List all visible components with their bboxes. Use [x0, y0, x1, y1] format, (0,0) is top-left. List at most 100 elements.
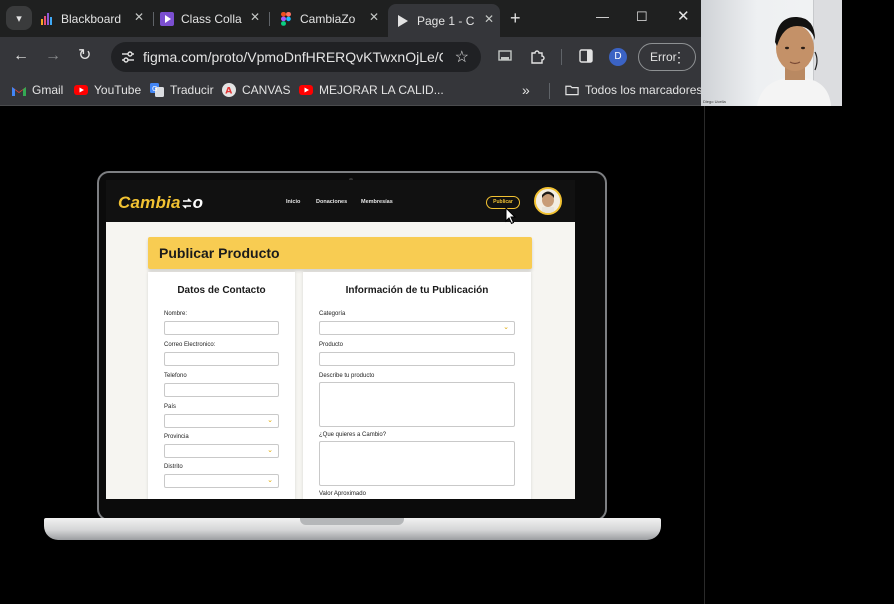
- chevron-down-icon: ⌄: [267, 477, 273, 484]
- bookmark-label: Gmail: [32, 83, 64, 97]
- valor-label: Valor Aproximado: [319, 491, 366, 497]
- close-window-icon[interactable]: ✕: [677, 7, 690, 25]
- provincia-select[interactable]: ⌄: [164, 444, 279, 458]
- contact-card: Datos de Contacto Nombre: Correo Electro…: [148, 272, 295, 499]
- laptop-notch: [300, 518, 404, 525]
- tab-search-button[interactable]: ▾: [6, 6, 32, 30]
- tab-page-1[interactable]: Page 1 - C ✕: [388, 4, 500, 37]
- pais-label: País: [164, 404, 177, 410]
- prototype-screen: Cambia o Inicio Donaciones Membresías Pub…: [106, 180, 575, 499]
- side-panel-icon[interactable]: [578, 48, 594, 64]
- bookmark-gmail[interactable]: Gmail: [12, 83, 63, 97]
- blackboard-icon: [40, 12, 54, 26]
- page-title: Publicar Producto: [159, 245, 280, 261]
- nombre-label: Nombre:: [164, 311, 188, 317]
- tab-label: Blackboard: [61, 11, 122, 26]
- cambiazo-logo[interactable]: Cambia o: [118, 193, 203, 214]
- canvas-icon: A: [222, 83, 236, 97]
- page-title-banner: Publicar Producto: [148, 237, 532, 269]
- provincia-label: Provincia: [164, 434, 189, 440]
- tab-label: Class Colla: [181, 11, 242, 26]
- correo-label: Correo Electronico:: [164, 342, 216, 348]
- chevron-down-icon: ⌄: [503, 324, 509, 331]
- desktop: ▾ Blackboard ✕ Class Colla ✕ CambiaZo ✕ …: [0, 0, 894, 604]
- tab-label: Page 1 - C: [417, 13, 475, 28]
- app-navbar: Cambia o Inicio Donaciones Membresías Pub…: [106, 180, 575, 225]
- publication-card-title: Información de tu Publicación: [345, 285, 489, 296]
- cambio-label: ¿Que quieres a Cambio?: [319, 432, 387, 438]
- participant-person: [757, 16, 831, 106]
- meeting-side-strip: [842, 0, 894, 106]
- youtube-icon: [74, 83, 88, 97]
- mouse-cursor-icon: [505, 207, 517, 225]
- bookmark-canvas[interactable]: A CANVAS: [222, 83, 290, 97]
- chrome-window: ▾ Blackboard ✕ Class Colla ✕ CambiaZo ✕ …: [0, 0, 704, 604]
- close-tab-icon[interactable]: ✕: [369, 10, 379, 24]
- swap-arrows-icon: [181, 194, 192, 214]
- webcam-video: Diego Ucella: [701, 0, 842, 106]
- bookmarks-divider: [549, 83, 550, 99]
- tab-class-collab[interactable]: Class Colla ✕: [160, 6, 266, 31]
- chevron-down-icon: ⌄: [267, 447, 273, 454]
- minimize-icon[interactable]: —: [596, 9, 609, 24]
- play-icon: [396, 14, 410, 28]
- meeting-divider: [704, 106, 705, 604]
- figma-icon: [279, 11, 293, 26]
- more-bookmarks-icon[interactable]: »: [522, 82, 530, 98]
- pais-select[interactable]: ⌄: [164, 414, 279, 428]
- forward-arrow-icon[interactable]: →: [45, 47, 61, 65]
- close-tab-icon[interactable]: ✕: [134, 10, 144, 24]
- tab-blackboard[interactable]: Blackboard ✕: [40, 6, 150, 31]
- more-vert-icon[interactable]: ⋮: [672, 44, 686, 70]
- nav-donaciones[interactable]: Donaciones: [316, 199, 347, 205]
- bookmark-label: CANVAS: [242, 83, 291, 97]
- close-tab-icon[interactable]: ✕: [250, 10, 260, 24]
- folder-icon: [565, 83, 579, 97]
- tab-label: CambiaZo: [300, 11, 356, 26]
- nav-membresias[interactable]: Membresías: [361, 199, 393, 205]
- user-avatar[interactable]: [534, 187, 562, 215]
- maximize-icon[interactable]: ☐: [636, 9, 648, 25]
- youtube-icon: [299, 83, 313, 97]
- address-bar[interactable]: figma.com/proto/VpmoDnfHRERQvKTwxnOjLe/C…: [111, 42, 481, 72]
- publication-card: Información de tu Publicación Categoría …: [303, 272, 531, 499]
- contact-card-title: Datos de Contacto: [177, 285, 266, 296]
- bookmark-mejorar[interactable]: MEJORAR LA CALID...: [299, 83, 444, 97]
- extensions-icon[interactable]: [529, 48, 545, 64]
- distrito-select[interactable]: ⌄: [164, 474, 279, 488]
- profile-avatar[interactable]: D: [609, 48, 627, 66]
- gmail-icon: [12, 83, 26, 97]
- cast-icon[interactable]: [497, 48, 513, 64]
- url-text: figma.com/proto/VpmoDnfHRERQvKTwxnOjLe/C…: [143, 49, 443, 65]
- all-bookmarks-folder[interactable]: Todos los marcadores: [565, 83, 702, 97]
- categoria-select[interactable]: ⌄: [319, 321, 515, 335]
- bookmark-star-icon[interactable]: ☆: [455, 47, 469, 67]
- producto-label: Producto: [319, 342, 344, 348]
- back-arrow-icon[interactable]: ←: [13, 47, 29, 65]
- bookmark-traducir[interactable]: G Traducir: [150, 83, 214, 97]
- svg-text:G: G: [152, 85, 157, 93]
- bookmark-youtube[interactable]: YouTube: [74, 83, 141, 97]
- close-tab-icon[interactable]: ✕: [484, 12, 494, 26]
- cambio-textarea[interactable]: [319, 441, 515, 486]
- svg-text:A: A: [225, 87, 232, 97]
- bookmark-label: Todos los marcadores: [585, 83, 703, 97]
- describe-textarea[interactable]: [319, 382, 515, 427]
- bookmark-label: MEJORAR LA CALID...: [319, 83, 444, 97]
- correo-input[interactable]: [164, 352, 279, 366]
- translate-icon: G: [150, 83, 164, 97]
- reload-icon[interactable]: ↻: [78, 47, 91, 65]
- tab-divider: [269, 12, 270, 26]
- error-button[interactable]: Error ⋮: [638, 43, 696, 71]
- tab-cambiazo[interactable]: CambiaZo ✕: [279, 6, 385, 31]
- bookmarks-bar: Gmail YouTube G Traducir A CANVAS MEJORA…: [0, 77, 702, 105]
- nav-inicio[interactable]: Inicio: [286, 199, 300, 205]
- bookmark-label: Traducir: [170, 83, 214, 97]
- producto-input[interactable]: [319, 352, 515, 366]
- telefono-input[interactable]: [164, 383, 279, 397]
- chevron-down-icon: ⌄: [267, 417, 273, 424]
- new-tab-button[interactable]: +: [510, 9, 521, 27]
- site-settings-icon[interactable]: [121, 50, 135, 64]
- nombre-input[interactable]: [164, 321, 279, 335]
- telefono-label: Telefono: [164, 373, 187, 379]
